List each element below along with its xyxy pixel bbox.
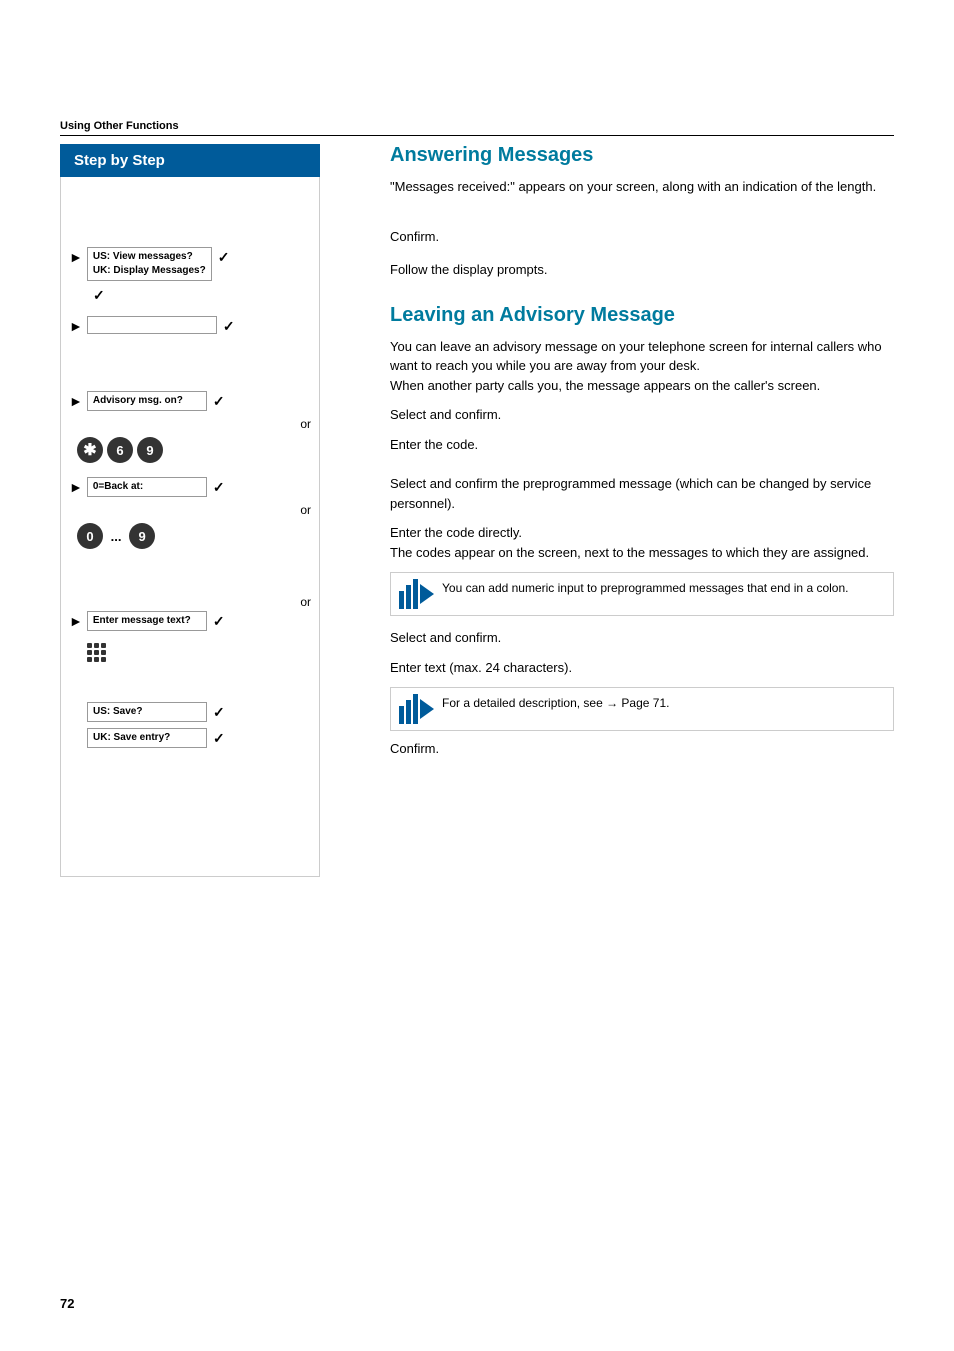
advisory-step3-kbd-desc: Enter text (max. 24 characters). [390,658,894,678]
code-keys-1: ✱ 6 9 [69,437,311,463]
or-text-1: or [69,417,319,431]
note-box-1: You can add numeric input to preprogramm… [390,572,894,616]
check-icon-3: ✓ [213,393,225,410]
advisory-box-3: Enter message text? [87,611,207,631]
key-9b: 9 [129,523,155,549]
bar1 [399,591,404,609]
page: Using Other Functions Step by Step ► US:… [0,0,954,1351]
note-text-2: For a detailed description, see → Page 7… [442,694,669,712]
left-column: Step by Step ► US: View messages? UK: Di… [60,144,370,877]
code-keys-2: 0 ... 9 [69,523,311,549]
note-arrow-icon-2 [399,694,434,724]
advisory-step4-desc: Confirm. [390,739,894,759]
advisory-step2-desc: Select and confirm the preprogrammed mes… [390,474,894,513]
bars-icon-2 [399,694,418,724]
advisory-box-save-us: US: Save? [87,702,207,722]
advisory-box-2: 0=Back at: [87,477,207,497]
check-icon-5: ✓ [213,613,225,630]
answering-section: Answering Messages "Messages received:" … [390,144,894,280]
advisory-intro: You can leave an advisory message on you… [390,337,894,396]
answering-step1b: ✓ [87,285,311,304]
check-icon-2: ✓ [223,318,235,335]
check-icon-1: ✓ [218,249,230,266]
answering-follow-text: Follow the display prompts. [390,260,894,280]
answering-confirm-text: Confirm. [390,227,894,247]
check-icon-7: ✓ [213,730,225,747]
dots: ... [107,529,125,544]
bar2b [406,700,411,724]
left-steps-container: ► US: View messages? UK: Display Message… [60,177,320,877]
bar2 [406,585,411,609]
answering-step1: ► US: View messages? UK: Display Message… [69,247,311,281]
page-number: 72 [60,1296,74,1311]
key-0: 0 [77,523,103,549]
keyboard-grid-icon [87,643,303,662]
step-by-step-header: Step by Step [60,144,320,177]
note-box-2: For a detailed description, see → Page 7… [390,687,894,731]
keyboard-icon-wrapper [87,639,311,662]
advisory-step2-code-desc: Enter the code directly. The codes appea… [390,523,894,562]
bars-icon-1 [399,579,418,609]
key-6: 6 [107,437,133,463]
key-star: ✱ [77,437,103,463]
arrow-icon-4: ► [69,479,83,495]
step-box-us-view: US: View messages? UK: Display Messages? [87,247,212,281]
advisory-section: Leaving an Advisory Message You can leav… [390,304,894,759]
bar3 [413,579,418,609]
advisory-step1: ► Advisory msg. on? ✓ [69,391,311,411]
arrow-icon: ► [69,249,83,265]
section-label: Using Other Functions [60,120,894,136]
check-icon-1b: ✓ [93,287,105,304]
advisory-step2: ► 0=Back at: ✓ [69,477,311,497]
answering-title: Answering Messages [390,144,894,167]
arrow-icon-2: ► [69,318,83,334]
advisory-box-1: Advisory msg. on? [87,391,207,411]
bar1b [399,706,404,724]
check-icon-6: ✓ [213,704,225,721]
check-icon-4: ✓ [213,479,225,496]
advisory-box-save-uk: UK: Save entry? [87,728,207,748]
bar3b [413,694,418,724]
right-column: Answering Messages "Messages received:" … [370,144,894,877]
advisory-step1-desc: Select and confirm. [390,405,894,425]
step-boxes: US: View messages? UK: Display Messages? [87,247,212,281]
note-arrow-icon-1 [399,579,434,609]
or-text-3: or [69,595,319,609]
advisory-step3: ► Enter message text? ✓ [69,611,311,631]
advisory-step4a: US: Save? ✓ [69,702,311,722]
answering-intro: "Messages received:" appears on your scr… [390,177,894,197]
empty-step-box [87,316,217,334]
advisory-title: Leaving an Advisory Message [390,304,894,327]
main-layout: Step by Step ► US: View messages? UK: Di… [60,144,894,877]
advisory-step1-code-desc: Enter the code. [390,435,894,455]
arrow-icon-3: ► [69,393,83,409]
arrow-icon-5: ► [69,613,83,629]
advisory-step4b: UK: Save entry? ✓ [69,728,311,748]
or-text-2: or [69,503,319,517]
arrow-tri-1 [420,584,434,604]
arrow-tri-2 [420,699,434,719]
advisory-step3-desc: Select and confirm. [390,628,894,648]
note-text-1: You can add numeric input to preprogramm… [442,579,848,597]
key-9: 9 [137,437,163,463]
answering-step2: ► ✓ [69,316,311,335]
